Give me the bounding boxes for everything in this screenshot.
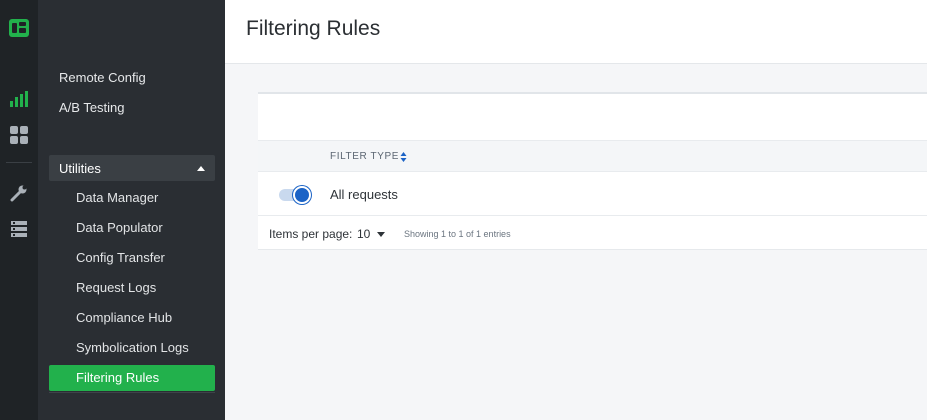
column-header-filter-type[interactable]: FILTER TYPE (330, 151, 399, 162)
filtering-rules-table: FILTER TYPE All requests Items per page:… (258, 92, 927, 250)
sort-icon[interactable] (400, 150, 407, 168)
sidebar-item-config-transfer[interactable]: Config Transfer (76, 250, 165, 266)
sidebar-item-symbolication-logs[interactable]: Symbolication Logs (76, 340, 189, 356)
page-title: Filtering Rules (246, 17, 381, 40)
server-icon[interactable] (8, 218, 30, 240)
sidebar-item-data-populator[interactable]: Data Populator (76, 220, 163, 236)
table-header: FILTER TYPE (258, 140, 927, 172)
sidebar-section-utilities[interactable]: Utilities (49, 155, 215, 181)
sidebar-divider (49, 392, 215, 393)
dashboard-grid-icon[interactable] (8, 124, 30, 146)
sidebar: Remote Config A/B Testing Utilities Data… (38, 0, 225, 420)
enabled-toggle[interactable] (279, 186, 313, 204)
sidebar-item-filtering-rules[interactable]: Filtering Rules (49, 365, 215, 391)
icon-rail (0, 0, 38, 420)
app-logo-icon[interactable] (8, 17, 30, 39)
rail-divider (6, 162, 32, 163)
page-header: Filtering Rules (225, 0, 927, 64)
analytics-icon[interactable] (8, 88, 30, 110)
sidebar-item-compliance-hub[interactable]: Compliance Hub (76, 310, 172, 326)
chevron-down-icon[interactable] (377, 232, 385, 237)
sidebar-item-ab-testing[interactable]: A/B Testing (59, 100, 125, 116)
chevron-up-icon (197, 166, 205, 171)
wrench-icon[interactable] (8, 182, 30, 204)
pagination-info: Showing 1 to 1 of 1 entries (404, 229, 511, 239)
sidebar-item-request-logs[interactable]: Request Logs (76, 280, 156, 296)
sidebar-item-data-manager[interactable]: Data Manager (76, 190, 158, 206)
items-per-page-select[interactable]: 10 (357, 227, 370, 241)
sidebar-item-remote-config[interactable]: Remote Config (59, 70, 146, 86)
table-row: All requests (258, 172, 927, 216)
filter-type-cell: All requests (330, 187, 398, 202)
table-footer: Items per page: 10 Showing 1 to 1 of 1 e… (258, 216, 927, 250)
items-per-page-label: Items per page: (269, 227, 353, 241)
toggle-knob (293, 186, 311, 204)
sidebar-section-label: Utilities (59, 160, 101, 176)
